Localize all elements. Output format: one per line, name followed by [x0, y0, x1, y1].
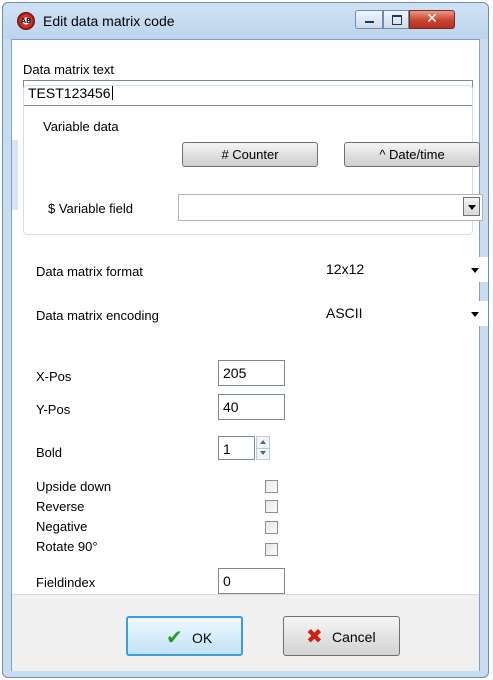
counter-button[interactable]: # Counter [182, 142, 318, 167]
window-title: Edit data matrix code [43, 13, 175, 29]
y-pos-label: Y-Pos [36, 402, 71, 417]
x-pos-label: X-Pos [36, 369, 72, 384]
checkmark-icon: ✔ [166, 625, 183, 649]
minimize-button[interactable] [355, 10, 383, 29]
minimize-icon [365, 21, 374, 23]
negative-label: Negative [36, 519, 88, 534]
x-pos-input[interactable]: 205 [218, 360, 285, 386]
bold-label: Bold [36, 445, 63, 460]
title-bar[interactable]: AB Edit data matrix code ✕ [3, 3, 488, 39]
variable-field-combo[interactable] [178, 194, 483, 221]
encoding-value: ASCII [326, 305, 363, 321]
ab-logo-icon: AB [17, 12, 35, 30]
side-strip [12, 140, 18, 210]
variable-field-dropdown-button[interactable] [463, 197, 480, 216]
data-matrix-text-label: Data matrix text [23, 62, 115, 77]
rotate-90-label: Rotate 90° [36, 539, 98, 554]
fieldindex-input[interactable]: 0 [218, 568, 285, 594]
chevron-up-icon [260, 440, 266, 444]
upside-down-label: Upside down [36, 479, 112, 494]
variable-data-legend: Variable data [40, 119, 122, 134]
format-label: Data matrix format [36, 264, 143, 279]
y-pos-input[interactable]: 40 [218, 394, 285, 420]
negative-checkbox[interactable] [265, 521, 278, 534]
format-value: 12x12 [326, 261, 365, 277]
close-button[interactable]: ✕ [409, 10, 455, 29]
chevron-down-icon [471, 268, 479, 273]
bold-spinner[interactable] [256, 436, 270, 460]
red-x-icon: ✖ [306, 624, 323, 648]
button-bar [12, 594, 479, 671]
reverse-label: Reverse [36, 499, 85, 514]
cancel-button[interactable]: ✖ Cancel [283, 616, 400, 656]
chevron-down-icon [471, 312, 479, 317]
maximize-icon [392, 15, 402, 25]
ok-label: OK [192, 630, 213, 646]
fieldindex-label: Fieldindex [36, 575, 96, 590]
bold-input[interactable]: 1 [218, 436, 255, 460]
datetime-button[interactable]: ^ Date/time [344, 142, 480, 167]
variable-field-label: $ Variable field [48, 201, 134, 216]
chevron-down-icon [468, 205, 476, 210]
close-icon: ✕ [426, 11, 438, 27]
encoding-select[interactable]: ASCII [320, 301, 488, 326]
cancel-label: Cancel [332, 629, 376, 645]
rotate-90-checkbox[interactable] [265, 543, 278, 556]
format-select[interactable]: 12x12 [320, 257, 488, 282]
chevron-down-icon [260, 451, 266, 455]
upside-down-checkbox[interactable] [265, 480, 278, 493]
maximize-button[interactable] [383, 10, 409, 29]
ok-button[interactable]: ✔ OK [126, 616, 243, 656]
spin-down-button[interactable] [257, 448, 269, 459]
encoding-label: Data matrix encoding [36, 308, 159, 323]
reverse-checkbox[interactable] [265, 500, 278, 513]
